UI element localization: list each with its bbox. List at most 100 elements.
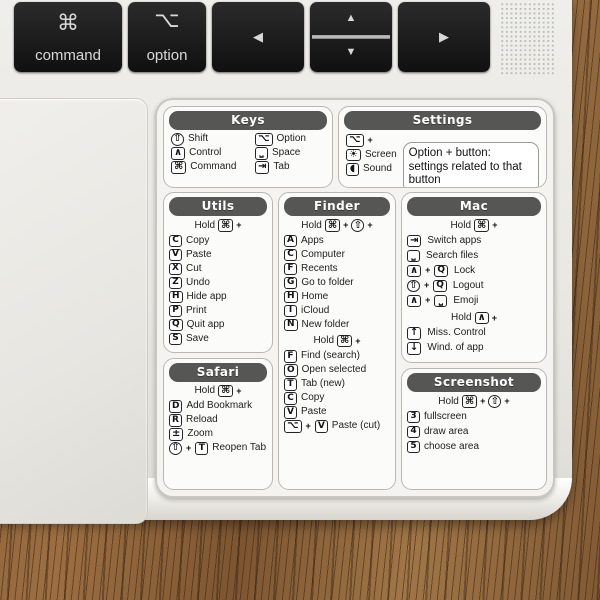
key-d-icon: D xyxy=(169,400,183,413)
plus-sign: + xyxy=(491,312,497,323)
finder-row-paste: V Paste xyxy=(284,406,390,419)
panel-settings-title: Settings xyxy=(344,111,541,130)
panel-utils: Utils Hold ⌘ + C Copy V Paste X Cut Z Un… xyxy=(163,192,273,353)
screenshot-row-draw-area: 4 draw area xyxy=(407,425,541,438)
mac-label-lock: Lock xyxy=(454,264,476,276)
option-key[interactable]: ⌥ option xyxy=(128,2,206,72)
key-t-icon: T xyxy=(195,442,209,455)
right-arrow-icon: ▶ xyxy=(439,30,449,45)
key-c-icon: C xyxy=(284,392,297,405)
utils-hold-line: Hold ⌘ + xyxy=(169,219,267,232)
control-icon: ∧ xyxy=(171,147,186,160)
settings-items: ⌥ + ☀ Screen ◖ Sound xyxy=(346,133,397,176)
shift-icon: ⇧ xyxy=(169,442,182,455)
mac-label-mission-control: Miss. Control xyxy=(427,327,486,338)
finder-row-icloud: I iCloud xyxy=(284,304,390,317)
up-arrow-icon: ▲ xyxy=(345,12,357,24)
key-n-icon: N xyxy=(284,318,298,331)
finder-label-paste: Paste xyxy=(301,406,327,417)
safari-label-reopen-tab: Reopen Tab xyxy=(212,442,267,453)
finder-row-tab-new: T Tab (new) xyxy=(284,378,390,391)
utils-row-paste: V Paste xyxy=(169,248,267,261)
panel-safari: Safari Hold ⌘ + D Add Bookmark R Reload xyxy=(163,357,273,490)
shift-icon: ⇧ xyxy=(407,279,420,292)
mac-label-logout: Logout xyxy=(452,279,484,291)
finder-label-home: Home xyxy=(301,290,329,302)
plus-sign: + xyxy=(492,220,498,231)
finder-items-1: A Apps C Computer F Recents G Go to fold… xyxy=(284,234,390,333)
mac-row-lock: ∧ + Q Lock xyxy=(407,264,541,277)
key-v-icon: V xyxy=(169,248,182,261)
command-icon: ⌘ xyxy=(171,161,187,174)
arrow-up-icon: ↑ xyxy=(407,327,422,340)
finder-label-apps: Apps xyxy=(301,234,324,246)
key-q-icon: Q xyxy=(169,318,183,331)
plus-sign: + xyxy=(236,385,242,396)
key-z-icon: Z xyxy=(169,276,182,289)
key-f-icon: F xyxy=(284,262,297,275)
finder-label-find: Find (search) xyxy=(301,350,360,361)
sticker-top-row: Keys ⇧ Shift ∧ Control ⌘ Command ⌥ Optio… xyxy=(163,106,547,188)
screenshot-row-choose-area: 5 choose area xyxy=(407,440,541,453)
hold-label: Hold xyxy=(450,219,472,231)
screenshot-row-fullscreen: 3 fullscreen xyxy=(407,410,541,423)
screenshot-label-fullscreen: fullscreen xyxy=(424,410,467,422)
key-s-icon: S xyxy=(169,332,182,345)
up-down-arrow-key[interactable]: ▲ ▼ xyxy=(310,2,392,72)
shift-icon: ⇧ xyxy=(488,395,502,408)
finder-row-find: F Find (search) xyxy=(284,350,390,363)
utils-row-hide-app: H Hide app xyxy=(169,290,267,303)
keys-left-column: ⇧ Shift ∧ Control ⌘ Command xyxy=(171,133,241,175)
command-icon: ⌘ xyxy=(324,219,341,232)
option-symbol-icon: ⌥ xyxy=(154,8,180,33)
screenshot-label-choose-area: choose area xyxy=(424,440,480,452)
key-h-icon: H xyxy=(284,290,298,303)
finder-row-computer: C Computer xyxy=(284,248,390,261)
right-arrow-key[interactable]: ▶ xyxy=(398,2,490,72)
command-icon: ⌘ xyxy=(461,395,478,408)
down-arrow-icon: ▼ xyxy=(345,46,357,58)
mac-label-window-of-app: Wind. of app xyxy=(427,342,484,353)
key-i-icon: I xyxy=(284,304,297,317)
speaker-icon: ◖ xyxy=(346,163,359,176)
control-icon: ∧ xyxy=(407,264,422,277)
key-o-icon: O xyxy=(284,364,298,377)
arrow-down-icon: ↓ xyxy=(407,342,422,355)
plus-sign: + xyxy=(367,220,373,231)
screenshot-items: 3 fullscreen 4 draw area 5 choose area xyxy=(407,410,541,456)
keys-row-tab: ⇥ Tab xyxy=(255,161,325,174)
utils-row-save: S Save xyxy=(169,332,267,345)
settings-row-screen: ☀ Screen xyxy=(346,148,397,161)
safari-row-add-bookmark: D Add Bookmark xyxy=(169,400,267,413)
shortcut-sticker: Keys ⇧ Shift ∧ Control ⌘ Command ⌥ Optio… xyxy=(155,98,555,498)
plus-sign: + xyxy=(305,420,311,431)
mac-hold-line-1: Hold ⌘ + xyxy=(407,219,541,232)
finder-row-paste-cut: ⌥ + V Paste (cut) xyxy=(284,420,390,433)
panel-mac-title: Mac xyxy=(407,197,541,216)
command-key[interactable]: ⌘ command xyxy=(14,2,122,72)
trackpad[interactable] xyxy=(0,98,148,524)
keys-label-shift: Shift xyxy=(188,133,209,144)
panel-screenshot: Screenshot Hold ⌘ + ⇧ + 3 fullscreen 4 d… xyxy=(401,368,547,490)
plus-sign: + xyxy=(480,396,486,407)
keys-row-space: ⎵ Space xyxy=(255,147,325,160)
key-4-icon: 4 xyxy=(407,425,420,438)
keys-label-option: Option xyxy=(276,133,306,144)
mac-items-2: ↑ Miss. Control ↓ Wind. of app xyxy=(407,327,541,357)
panel-finder-title: Finder xyxy=(284,197,390,216)
plus-sign: + xyxy=(425,295,431,306)
utils-label-paste: Paste xyxy=(186,248,212,260)
mac-row-mission-control: ↑ Miss. Control xyxy=(407,327,541,340)
hold-label: Hold xyxy=(194,385,216,397)
keys-row-command: ⌘ Command xyxy=(171,161,241,174)
left-arrow-key[interactable]: ◀ xyxy=(212,2,304,72)
plus-sign: + xyxy=(355,335,361,346)
utils-label-hide-app: Hide app xyxy=(186,290,227,302)
mac-row-logout: ⇧ + Q Logout xyxy=(407,279,541,292)
finder-hold-line-1: Hold ⌘ + ⇧ + xyxy=(284,219,390,232)
key-r-icon: R xyxy=(169,414,182,427)
plus-sign: + xyxy=(425,265,431,276)
plus-sign: + xyxy=(367,134,373,145)
speaker-grille xyxy=(500,2,556,76)
space-icon: ⎵ xyxy=(255,147,268,160)
